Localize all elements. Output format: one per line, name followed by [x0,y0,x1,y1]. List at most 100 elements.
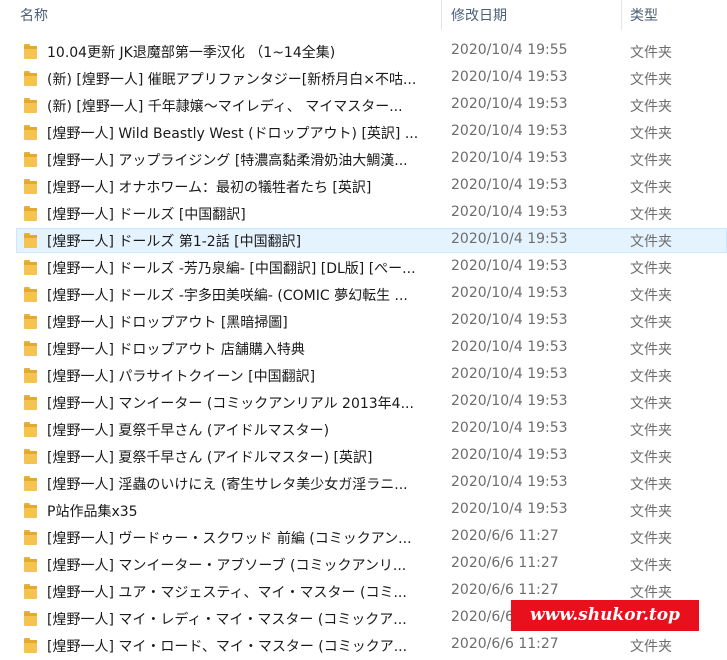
file-type: 文件夹 [630,396,672,412]
modified-date: 2020/10/4 19:53 [451,312,568,328]
folder-icon [24,206,37,221]
watermark-banner: www.shukor.top [511,600,699,631]
file-row[interactable]: [煌野一人] 淫蟲のいけにえ (寄生サレタ美少女ガ淫ラニ... 2020/10/4… [0,470,727,497]
file-row[interactable]: [煌野一人] マンイーター (コミックアンリアル 2013年4... 2020/1… [0,389,727,416]
file-type: 文件夹 [630,126,672,142]
file-row[interactable]: (新) [煌野一人] 千年隷嬢～マイレディ、 マイマスター... 2020/10/… [0,92,727,119]
modified-date: 2020/10/4 19:53 [451,69,568,85]
modified-date: 2020/10/4 19:53 [451,258,568,274]
file-name: [煌野一人] Wild Beastly West (ドロップアウト) [英訳] … [47,126,419,142]
file-row[interactable]: [煌野一人] ドールズ -芳乃泉編- [中国翻訳] [DL版] [ぺー... 20… [0,254,727,281]
folder-icon [24,476,37,491]
modified-date: 2020/6/6 11:27 [451,555,559,571]
file-row[interactable]: [煌野一人] ドールズ [中国翻訳] 2020/10/4 19:53 文件夹 [0,200,727,227]
file-type: 文件夹 [630,45,672,61]
file-row[interactable]: (新) [煌野一人] 催眠アプリファンタジー[新桥月白×不咕... 2020/10… [0,65,727,92]
file-type: 文件夹 [630,99,672,115]
modified-date: 2020/10/4 19:53 [451,231,568,247]
folder-icon [24,395,37,410]
file-name: [煌野一人] 淫蟲のいけにえ (寄生サレタ美少女ガ淫ラニ... [47,477,408,493]
file-name: [煌野一人] ドールズ 第1-2話 [中国翻訳] [47,234,302,250]
modified-date: 2020/10/4 19:53 [451,96,568,112]
file-name: [煌野一人] ヴードゥー・スクワッド 前編 (コミックアン... [47,531,412,547]
file-row[interactable]: [煌野一人] ヴードゥー・スクワッド 前編 (コミックアン... 2020/6/6… [0,524,727,551]
folder-icon [24,152,37,167]
file-name: [煌野一人] ユア・マジェスティ、マイ・マスター (コミ... [47,585,407,601]
modified-date: 2020/10/4 19:53 [451,501,568,517]
file-type: 文件夹 [630,207,672,223]
file-row[interactable]: [煌野一人] オナホワーム：最初の犠牲者たち [英訳] 2020/10/4 19:… [0,173,727,200]
folder-icon [24,341,37,356]
column-divider[interactable] [441,0,442,30]
file-name: [煌野一人] マイ・レディ・マイ・マスター (コミックア... [47,612,407,628]
folder-icon [24,611,37,626]
file-row[interactable]: [煌野一人] アップライジング [特濃高黏柔滑奶油大鯛漢... 2020/10/4… [0,146,727,173]
file-type: 文件夹 [630,153,672,169]
file-row[interactable]: 10.04更新 JK退魔部第一季汉化 （1~14全集) 2020/10/4 19:… [0,38,727,65]
sort-caret-icon: ⌃ [555,0,564,7]
file-type: 文件夹 [630,450,672,466]
modified-date: 2020/6/6 11:27 [451,528,559,544]
column-type-header[interactable]: 类型 [630,5,658,25]
file-row[interactable]: [煌野一人] ドールズ 第1-2話 [中国翻訳] 2020/10/4 19:53 文… [0,227,727,254]
modified-date: 2020/10/4 19:53 [451,366,568,382]
file-name: [煌野一人] ドロップアウト [黑暗掃圖] [47,315,288,331]
file-row[interactable]: P站作品集x35 2020/10/4 19:53 文件夹 [0,497,727,524]
file-row[interactable]: [煌野一人] ドロップアウト [黑暗掃圖] 2020/10/4 19:53 文件夹 [0,308,727,335]
file-row[interactable]: [煌野一人] マイ・ロード、マイ・マスター (コミックア... 2020/6/6 … [0,632,727,659]
file-name: [煌野一人] オナホワーム：最初の犠牲者たち [英訳] [47,180,372,196]
file-type: 文件夹 [630,423,672,439]
file-row[interactable]: [煌野一人] 夏祭千早さん (アイドルマスター) 2020/10/4 19:53 文… [0,416,727,443]
folder-icon [24,287,37,302]
column-date-header[interactable]: 修改日期 [451,5,507,25]
column-divider[interactable] [621,0,622,30]
file-type: 文件夹 [630,342,672,358]
modified-date: 2020/6/6 11:27 [451,582,559,598]
file-type: 文件夹 [630,234,672,250]
file-name: [煌野一人] マイ・ロード、マイ・マスター (コミックア... [47,639,408,655]
file-row[interactable]: [煌野一人] マンイーター・アブソーブ (コミックアンリ... 2020/6/6 … [0,551,727,578]
modified-date: 2020/10/4 19:53 [451,447,568,463]
modified-date: 2020/10/4 19:53 [451,177,568,193]
modified-date: 2020/10/4 19:53 [451,339,568,355]
file-name: [煌野一人] アップライジング [特濃高黏柔滑奶油大鯛漢... [47,153,408,169]
file-type: 文件夹 [630,639,672,655]
file-row[interactable]: [煌野一人] パラサイトクイーン [中国翻訳] 2020/10/4 19:53 文件… [0,362,727,389]
folder-icon [24,179,37,194]
folder-icon [24,422,37,437]
modified-date: 2020/10/4 19:55 [451,42,568,58]
modified-date: 2020/10/4 19:53 [451,150,568,166]
file-type: 文件夹 [630,261,672,277]
file-type: 文件夹 [630,369,672,385]
file-name: [煌野一人] 夏祭千早さん (アイドルマスター) [47,423,330,439]
folder-icon [24,98,37,113]
file-type: 文件夹 [630,288,672,304]
file-type: 文件夹 [630,585,672,601]
file-row[interactable]: [煌野一人] ドールズ -宇多田美咲編- (COMIC 夢幻転生 ... 2020… [0,281,727,308]
file-name: [煌野一人] 夏祭千早さん (アイドルマスター) [英訳] [47,450,373,466]
column-header: 名称 ⌃ 修改日期 类型 [0,0,727,30]
folder-icon [24,233,37,248]
file-row[interactable]: [煌野一人] 夏祭千早さん (アイドルマスター) [英訳] 2020/10/4 1… [0,443,727,470]
file-name: (新) [煌野一人] 千年隷嬢～マイレディ、 マイマスター... [47,99,403,115]
file-name: [煌野一人] ドールズ -芳乃泉編- [中国翻訳] [DL版] [ぺー... [47,261,416,277]
file-row[interactable]: [煌野一人] ドロップアウト 店舗購入特典 2020/10/4 19:53 文件夹 [0,335,727,362]
column-name-header[interactable]: 名称 [20,5,48,25]
modified-date: 2020/10/4 19:53 [451,393,568,409]
modified-date: 2020/10/4 19:53 [451,123,568,139]
file-name: [煌野一人] マンイーター (コミックアンリアル 2013年4... [47,396,414,412]
file-name: [煌野一人] ドールズ [中国翻訳] [47,207,246,223]
modified-date: 2020/10/4 19:53 [451,474,568,490]
folder-icon [24,557,37,572]
file-name: [煌野一人] パラサイトクイーン [中国翻訳] [47,369,316,385]
file-type: 文件夹 [630,315,672,331]
modified-date: 2020/10/4 19:53 [451,420,568,436]
folder-icon [24,449,37,464]
file-list: 10.04更新 JK退魔部第一季汉化 （1~14全集) 2020/10/4 19:… [0,38,727,659]
file-row[interactable]: [煌野一人] Wild Beastly West (ドロップアウト) [英訳] … [0,119,727,146]
file-name: [煌野一人] ドールズ -宇多田美咲編- (COMIC 夢幻転生 ... [47,288,408,304]
modified-date: 2020/10/4 19:53 [451,204,568,220]
file-type: 文件夹 [630,531,672,547]
folder-icon [24,503,37,518]
folder-icon [24,530,37,545]
